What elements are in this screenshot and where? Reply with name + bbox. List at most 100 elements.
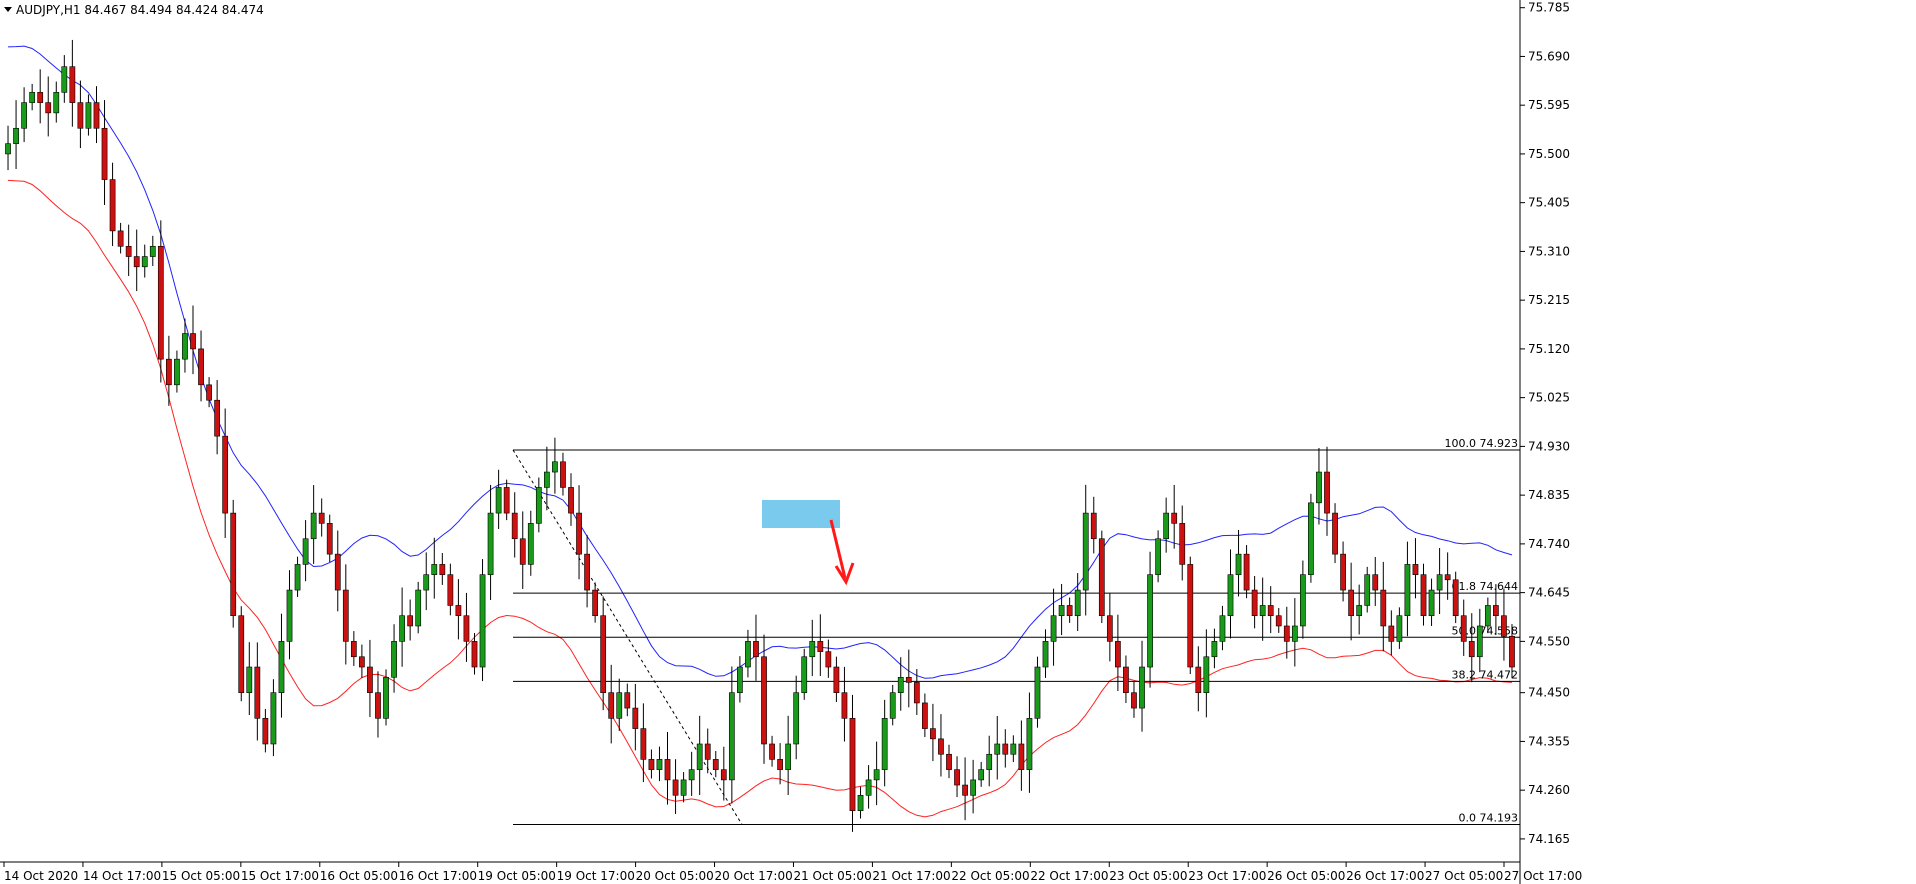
bull-candle: [487, 512, 494, 575]
bear-candle: [568, 487, 574, 514]
bear-candle: [375, 692, 381, 719]
bull-candle: [1082, 512, 1089, 591]
bull-candle: [174, 358, 180, 386]
y-tick-label: 75.405: [1528, 196, 1570, 210]
bear-candle: [471, 641, 478, 668]
price-chart[interactable]: 100.0 74.92361.8 74.64450.0 74.55838.2 7…: [0, 0, 1916, 884]
bull-candle: [21, 102, 27, 129]
y-tick-label: 75.025: [1528, 391, 1570, 405]
fibonacci-retracement[interactable]: 100.0 74.92361.8 74.64450.0 74.55838.2 7…: [512, 437, 1520, 826]
x-tick-label: 14 Oct 17:00: [83, 869, 161, 883]
bull-candle: [535, 487, 542, 524]
y-tick-label: 75.215: [1528, 293, 1570, 307]
bear-candle: [222, 435, 229, 514]
x-tick-label: 19 Oct 17:00: [557, 869, 635, 883]
bull-candle: [1042, 641, 1049, 668]
bull-candle: [423, 574, 430, 591]
x-tick-label: 16 Oct 05:00: [320, 869, 398, 883]
bull-candle: [61, 66, 68, 93]
bull-candle: [1203, 656, 1210, 693]
bull-candle: [302, 538, 309, 565]
bear-candle: [576, 512, 582, 555]
bull-candle: [1227, 574, 1234, 617]
x-tick-label: 20 Oct 17:00: [715, 869, 793, 883]
bull-candle: [246, 666, 253, 693]
bull-candle: [141, 256, 148, 268]
bear-candle: [101, 127, 108, 180]
bear-candle: [77, 102, 84, 129]
bull-candle: [881, 718, 888, 770]
bull-candle: [1259, 605, 1266, 617]
bear-candle: [632, 707, 639, 729]
y-tick-label: 75.120: [1528, 342, 1570, 356]
bull-candle: [1396, 615, 1403, 642]
bear-candle: [165, 358, 172, 386]
y-tick-label: 74.645: [1528, 586, 1570, 600]
bear-candle: [1243, 553, 1250, 591]
bear-candle: [592, 589, 599, 617]
bull-candle: [978, 769, 985, 781]
bear-candle: [439, 564, 446, 575]
bear-candle: [1460, 615, 1467, 642]
bear-candle: [69, 66, 76, 103]
bull-candle: [431, 564, 438, 575]
bear-candle: [1444, 574, 1451, 581]
bull-candle: [399, 615, 405, 642]
bear-candle: [672, 779, 679, 796]
bull-candle: [1026, 718, 1033, 770]
bear-candle: [1195, 666, 1202, 693]
bear-candle: [1066, 605, 1073, 617]
bull-candle: [1484, 605, 1491, 627]
bear-candle: [584, 553, 590, 591]
bear-candle: [1131, 692, 1137, 709]
y-tick-label: 74.450: [1528, 686, 1570, 700]
x-tick-label: 20 Oct 05:00: [636, 869, 714, 883]
bull-candle: [294, 564, 301, 591]
bull-candle: [270, 692, 277, 745]
fib-level-label: 0.0 74.193: [1459, 812, 1518, 825]
bull-candle: [543, 471, 550, 488]
bull-candle: [809, 641, 816, 658]
bear-candle: [849, 718, 856, 811]
bull-candle: [857, 794, 864, 811]
y-tick-label: 74.835: [1528, 488, 1570, 502]
bull-candle: [994, 743, 1001, 755]
bear-candle: [905, 676, 912, 683]
bear-candle: [511, 512, 518, 540]
bear-candle: [930, 728, 936, 740]
bull-candle: [415, 589, 422, 627]
dropdown-triangle-icon[interactable]: [4, 7, 12, 12]
y-tick-label: 74.355: [1528, 734, 1570, 748]
bear-candle: [1179, 523, 1186, 565]
bear-candle: [841, 692, 848, 719]
lower-band-line: [7, 179, 1513, 818]
bull-candle: [1476, 625, 1483, 658]
x-tick-label: 26 Oct 17:00: [1346, 869, 1424, 883]
bear-candle: [817, 641, 824, 652]
bear-candle: [833, 666, 840, 693]
bear-candle: [125, 245, 132, 257]
bull-candle: [286, 589, 293, 642]
x-tick-label: 14 Oct 2020: [4, 869, 78, 883]
symbol-title: AUDJPY,H1 84.467 84.494 84.424 84.474: [16, 3, 264, 17]
bear-candle: [326, 523, 333, 555]
bear-candle: [1372, 574, 1379, 591]
bear-candle: [463, 615, 470, 642]
bull-candle: [1428, 589, 1435, 617]
bear-candle: [1493, 605, 1499, 617]
bull-candle: [391, 641, 397, 678]
bull-candle: [1356, 605, 1363, 617]
bull-candle: [527, 523, 534, 565]
bull-candle: [986, 753, 993, 770]
x-tick-label: 22 Oct 17:00: [1030, 869, 1108, 883]
envelope-bands: [7, 45, 1513, 818]
y-tick-label: 75.595: [1528, 98, 1570, 112]
bear-candle: [769, 743, 775, 760]
bear-candle: [1106, 615, 1113, 642]
bear-candle: [359, 656, 365, 668]
candles: [5, 39, 1515, 832]
bull-candle: [656, 759, 663, 770]
bear-candle: [1380, 589, 1387, 627]
bear-candle: [1251, 589, 1258, 617]
bear-candle: [1348, 589, 1355, 617]
